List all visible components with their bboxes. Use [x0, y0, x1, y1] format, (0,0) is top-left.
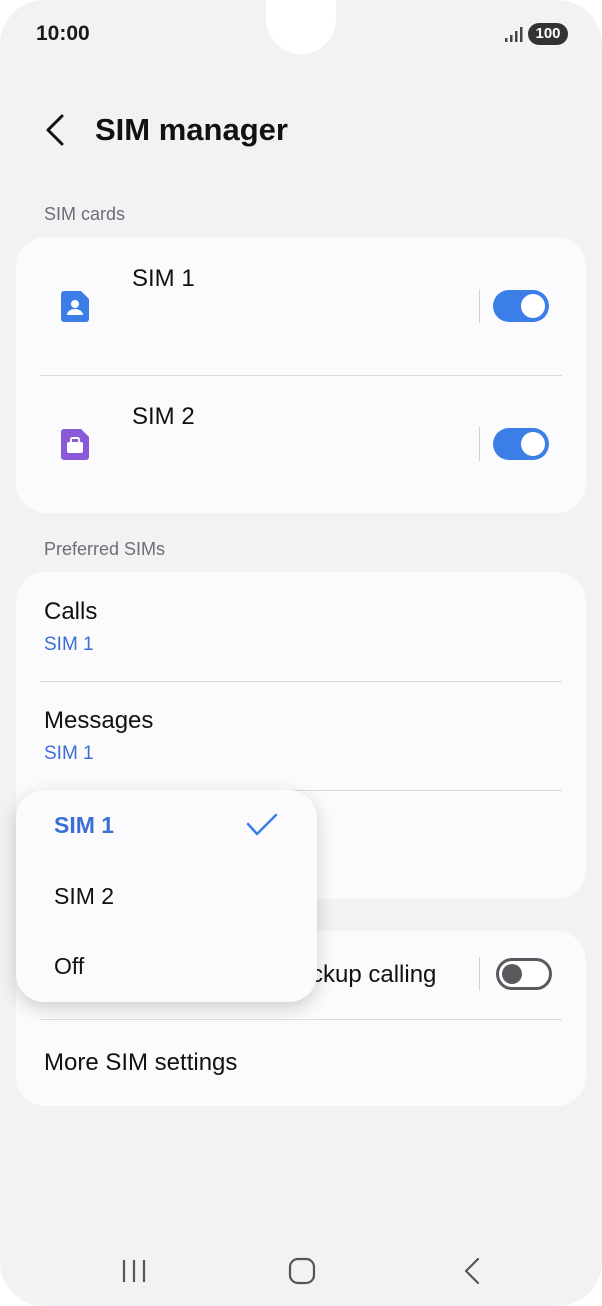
pref-title: Calls — [44, 598, 98, 625]
home-icon — [288, 1257, 316, 1285]
home-button[interactable] — [282, 1256, 322, 1286]
pref-title: Messages — [44, 707, 154, 734]
check-icon — [246, 813, 278, 836]
sim-choice-popup: SIM 1 SIM 2 Off — [16, 790, 317, 1002]
row-separator — [479, 957, 480, 991]
popup-option-sim2[interactable]: SIM 2 — [16, 861, 317, 931]
status-bar: 10:00 100 — [0, 0, 602, 70]
pref-row-calls[interactable]: Calls SIM 1 — [16, 572, 586, 682]
sim-cards-card: SIM 1 SIM 2 — [16, 237, 586, 513]
recent-apps-button[interactable] — [114, 1256, 154, 1286]
signal-icon — [505, 27, 523, 42]
app-header: SIM manager — [0, 100, 602, 160]
backup-calling-label: ckup calling — [311, 961, 437, 988]
popup-option-sim1[interactable]: SIM 1 — [16, 790, 317, 860]
more-sim-settings-label: More SIM settings — [44, 1049, 238, 1076]
row-separator — [479, 427, 480, 461]
toggle-knob — [521, 294, 545, 318]
back-nav-button[interactable] — [452, 1256, 492, 1286]
toggle-knob — [502, 964, 522, 984]
recent-apps-icon — [122, 1260, 146, 1282]
status-clock: 10:00 — [36, 22, 90, 45]
sim-row-sim2[interactable]: SIM 2 — [16, 375, 586, 513]
sim-person-icon — [61, 291, 89, 322]
page-title: SIM manager — [95, 112, 288, 147]
sim1-toggle[interactable] — [493, 290, 549, 322]
pref-value: SIM 1 — [44, 743, 94, 764]
sim-name: SIM 2 — [132, 403, 195, 430]
pref-value: SIM 1 — [44, 634, 94, 655]
chevron-left-icon — [46, 114, 64, 146]
toggle-knob — [521, 432, 545, 456]
battery-indicator: 100 — [528, 23, 568, 45]
more-sim-settings-row[interactable]: More SIM settings — [16, 1019, 586, 1106]
section-label-sim-cards: SIM cards — [44, 204, 126, 224]
backup-calling-toggle[interactable] — [496, 958, 552, 990]
option-label: SIM 1 — [54, 812, 115, 838]
sim-briefcase-icon — [61, 429, 89, 460]
sim-row-sim1[interactable]: SIM 1 — [16, 237, 586, 375]
back-button[interactable] — [36, 108, 76, 152]
row-separator — [479, 289, 480, 323]
sim-name: SIM 1 — [132, 265, 195, 292]
screen: 10:00 100 SIM manager SIM cards SIM 1 SI… — [0, 0, 602, 1306]
section-label-preferred-sims: Preferred SIMs — [44, 539, 166, 559]
sim2-toggle[interactable] — [493, 428, 549, 460]
option-label: Off — [54, 953, 85, 979]
popup-option-off[interactable]: Off — [16, 931, 317, 1001]
option-label: SIM 2 — [54, 883, 115, 909]
back-nav-icon — [464, 1257, 480, 1285]
pref-row-messages[interactable]: Messages SIM 1 — [16, 681, 586, 791]
navigation-bar — [0, 1240, 602, 1300]
